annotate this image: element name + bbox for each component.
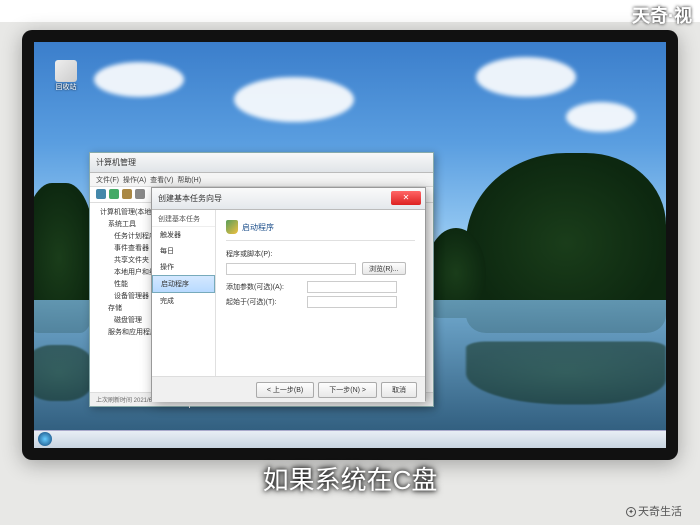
script-input[interactable] [226,263,356,275]
brand-watermark-bottom: ✦天奇生活 [626,503,682,519]
desktop-screen: 回收站 计算机管理 文件(F) 操作(A) 查看(V) 帮助(H) 计算机管理(… [34,42,666,448]
menu-bar[interactable]: 文件(F) 操作(A) 查看(V) 帮助(H) [90,173,433,187]
tree-reflection [34,345,94,401]
video-subtitle: 如果系统在C盘 [0,460,700,497]
wizard-header: 启动程序 [226,218,415,241]
cloud-deco [566,102,636,132]
label-args: 添加参数(可选)(A): [226,282,301,292]
back-button[interactable]: < 上一步(B) [256,382,314,398]
wizard-main-panel: 启动程序 程序或脚本(P): 浏览(R)... 添加参数(可选)(A): 起始于… [216,210,425,376]
browse-button[interactable]: 浏览(R)... [362,262,406,275]
sidebar-item-trigger[interactable]: 触发器 [152,227,215,243]
tree-reflection [466,342,666,405]
recycle-bin-label: 回收站 [52,82,80,92]
cloud-deco [94,62,184,97]
dialog-title-text: 创建基本任务向导 [158,193,222,204]
cloud-deco [476,57,576,97]
toolbar-icon[interactable] [122,189,132,199]
monitor-frame: 回收站 计算机管理 文件(F) 操作(A) 查看(V) 帮助(H) 计算机管理(… [22,30,678,460]
page-top-strip [0,0,700,22]
wizard-header-text: 启动程序 [242,222,274,233]
close-button[interactable]: ✕ [391,191,421,205]
sidebar-item-daily[interactable]: 每日 [152,243,215,259]
recycle-bin-icon [55,60,77,82]
sidebar-section: 创建基本任务 [152,210,215,227]
args-input[interactable] [307,281,397,293]
wizard-sidebar: 创建基本任务 触发器 每日 操作 启动程序 完成 [152,210,216,376]
cancel-button[interactable]: 取消 [381,382,417,398]
label-script: 程序或脚本(P): [226,249,286,259]
brand-watermark-top: 天奇·视 [632,2,692,28]
task-wizard-dialog[interactable]: 创建基本任务向导 ✕ 创建基本任务 触发器 每日 操作 启动程序 完成 启动程序… [151,187,426,401]
dialog-footer: < 上一步(B) 下一步(N) > 取消 [152,376,425,402]
start-button[interactable] [38,432,52,446]
toolbar-icon[interactable] [96,189,106,199]
brand-icon: ✦ [626,507,636,517]
window-titlebar[interactable]: 计算机管理 [90,153,433,173]
dialog-titlebar[interactable]: 创建基本任务向导 ✕ [152,188,425,210]
toolbar-icon[interactable] [135,189,145,199]
form-row-script: 程序或脚本(P): [226,249,415,259]
label-startin: 起始于(可选)(T): [226,297,301,307]
toolbar-icon[interactable] [109,189,119,199]
taskbar[interactable] [34,430,666,448]
cloud-deco [234,77,354,122]
sidebar-item-finish[interactable]: 完成 [152,293,215,309]
shield-icon [226,220,238,234]
recycle-bin[interactable]: 回收站 [52,60,80,96]
sidebar-item-action[interactable]: 操作 [152,259,215,275]
startin-input[interactable] [307,296,397,308]
sidebar-item-launch[interactable]: 启动程序 [152,275,215,293]
next-button[interactable]: 下一步(N) > [318,382,377,398]
